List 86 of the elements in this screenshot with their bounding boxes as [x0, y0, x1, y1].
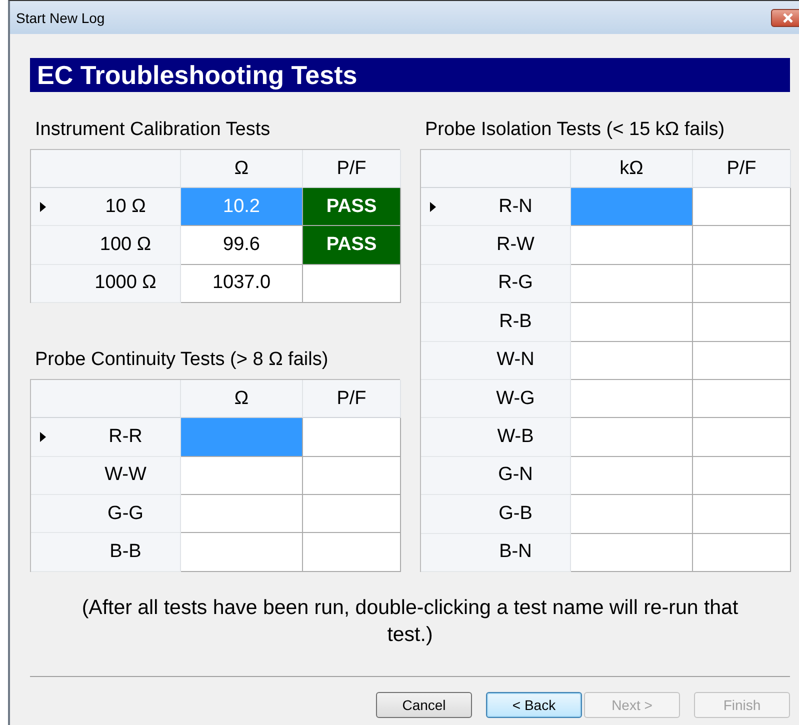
table-cell[interactable] — [693, 534, 791, 572]
table-cell[interactable] — [571, 380, 693, 418]
data-grid[interactable]: Ω P/F 10 Ω 10.2 PASS 100 Ω 99.6 PASS 1000 Ω 1037.0 — [30, 149, 400, 304]
column-header: P/F — [693, 150, 791, 188]
table-cell[interactable] — [693, 418, 791, 457]
row-label: 1000 Ω — [94, 272, 156, 294]
row-label: R-G — [498, 272, 533, 294]
row-label: W-B — [497, 426, 534, 448]
table-cell[interactable] — [693, 188, 791, 226]
row-header[interactable]: B-N — [421, 534, 571, 572]
instruction-text: (After all tests have been run, double-clicking a test name will re-run that test.) — [80, 594, 740, 648]
row-header[interactable]: B-B — [31, 533, 181, 572]
row-label: W-W — [104, 464, 146, 486]
row-header[interactable]: W-G — [421, 380, 571, 418]
column-header: Ω — [181, 380, 303, 418]
row-label: G-B — [498, 502, 532, 525]
table-cell[interactable] — [693, 380, 791, 418]
window-title: Start New Log — [16, 10, 105, 26]
dialog-button[interactable]: < Back — [486, 692, 582, 718]
row-label: G-N — [498, 464, 533, 486]
row-label: B-N — [499, 541, 532, 564]
table-cell[interactable] — [181, 456, 303, 495]
row-label: G-G — [108, 502, 144, 525]
close-button[interactable] — [771, 8, 799, 26]
row-label: 10 Ω — [105, 196, 146, 218]
status-cell[interactable]: PASS — [303, 188, 401, 226]
row-header[interactable]: R-B — [421, 303, 571, 342]
table-cell[interactable]: 99.6 — [181, 226, 303, 265]
table-cell[interactable] — [571, 303, 693, 342]
row-header[interactable]: 100 Ω — [31, 226, 181, 265]
table-cell[interactable]: 1037.0 — [181, 264, 303, 304]
table-cell[interactable] — [571, 342, 693, 380]
table-cell[interactable] — [693, 303, 791, 342]
data-grid[interactable]: kΩ P/F R-N R-W R-G R-B W-N W-G W-B G-N G-B B-N — [420, 149, 790, 572]
table-cell[interactable] — [303, 264, 401, 304]
row-header[interactable]: G-B — [421, 495, 571, 534]
row-label: W-G — [496, 388, 535, 410]
table-cell[interactable] — [571, 418, 693, 457]
row-header[interactable]: R-G — [421, 264, 571, 304]
row-header[interactable]: W-N — [421, 342, 571, 380]
table-cell[interactable] — [181, 494, 303, 534]
page-heading: EC Troubleshooting Tests — [30, 58, 790, 92]
table-cell[interactable] — [693, 264, 791, 304]
table-cell[interactable] — [181, 533, 303, 572]
row-header[interactable]: 1000 Ω — [31, 264, 181, 304]
table-cell[interactable] — [303, 494, 401, 534]
status-cell[interactable]: PASS — [303, 226, 401, 265]
row-label: W-N — [496, 349, 534, 372]
close-icon — [782, 12, 794, 22]
row-header[interactable]: W-B — [421, 418, 571, 457]
table-cell[interactable] — [693, 456, 791, 496]
row-label: B-B — [110, 541, 142, 564]
table-cell[interactable] — [303, 533, 401, 572]
section-title: Instrument Calibration Tests — [35, 119, 272, 142]
row-label: R-N — [498, 196, 532, 218]
data-grid[interactable]: Ω P/F R-R W-W G-G B-B — [30, 379, 400, 572]
table-cell[interactable] — [181, 418, 303, 457]
row-header[interactable]: 10 Ω — [31, 188, 181, 226]
table-cell[interactable] — [693, 342, 791, 380]
row-label: R-B — [499, 310, 532, 333]
row-header[interactable]: R-N — [421, 188, 571, 226]
column-header: P/F — [303, 150, 401, 188]
row-header[interactable]: R-R — [31, 418, 181, 457]
row-header[interactable]: G-N — [421, 456, 571, 496]
section-title: Probe Isolation Tests (< 15 kΩ fails) — [425, 119, 726, 142]
table-cell[interactable] — [303, 418, 401, 457]
table-cell[interactable] — [571, 226, 693, 265]
row-label: 100 Ω — [100, 234, 152, 256]
table-cell[interactable] — [571, 264, 693, 304]
row-header[interactable]: W-W — [31, 456, 181, 495]
row-header[interactable]: R-W — [421, 226, 571, 265]
table-cell[interactable] — [303, 456, 401, 495]
table-cell[interactable] — [571, 456, 693, 496]
row-header[interactable]: G-G — [31, 494, 181, 534]
column-header: P/F — [303, 380, 401, 418]
section-title: Probe Continuity Tests (> 8 Ω fails) — [35, 349, 330, 372]
table-cell[interactable] — [571, 188, 693, 226]
table-cell[interactable] — [571, 534, 693, 572]
row-label: R-W — [496, 234, 534, 256]
column-header: Ω — [181, 150, 303, 188]
table-cell[interactable] — [693, 226, 791, 265]
dialog-button[interactable]: Cancel — [376, 692, 472, 718]
table-cell[interactable] — [571, 495, 693, 534]
table-cell[interactable] — [693, 495, 791, 534]
row-label: R-R — [108, 426, 142, 448]
column-header: kΩ — [571, 150, 693, 188]
